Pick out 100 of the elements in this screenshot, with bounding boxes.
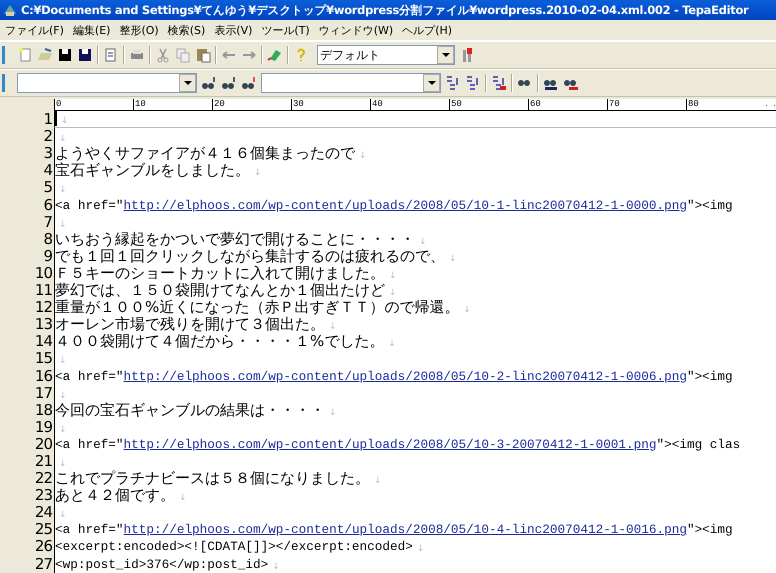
text-line: あと４２個です。 xyxy=(55,487,175,504)
line-end-mark: ↓ xyxy=(58,355,67,368)
ruler-label: 40 xyxy=(370,99,449,110)
line-number: 19 xyxy=(34,418,53,436)
text-line: ４００袋開けて４個だから・・・・１%でした。 xyxy=(55,333,384,350)
text-line: Ｆ５キーのショートカットに入れて開けました。 xyxy=(55,264,385,282)
line-number: 8 xyxy=(42,230,53,248)
line-end-mark: ↓ xyxy=(271,560,280,573)
line-end-mark: ↓ xyxy=(58,458,67,470)
text-line: 夢幻では、１５０袋開けてなんとか１個出たけど xyxy=(55,282,385,300)
code-text: "><img clas xyxy=(656,436,740,453)
line-end-mark: ↓ xyxy=(448,252,457,265)
menu-item[interactable]: ファイル(F) xyxy=(2,22,70,38)
line-number: 9 xyxy=(42,248,53,265)
line-number: 11 xyxy=(34,282,53,300)
save-icon[interactable] xyxy=(57,47,73,63)
line-number: 1 xyxy=(42,111,53,128)
menu-item[interactable]: ツール(T) xyxy=(258,22,316,38)
line-number: 5 xyxy=(42,179,53,196)
line-number: 3 xyxy=(42,145,53,162)
url-link[interactable]: http://elphoos.com/wp-content/uploads/2008/05/10-3-20070412-1-0001.png xyxy=(124,436,656,453)
line-number: 10 xyxy=(34,264,53,282)
line-number: 18 xyxy=(34,402,53,419)
new-file-icon[interactable] xyxy=(17,47,33,63)
line-number: 7 xyxy=(42,214,53,231)
dropdown-arrow-icon xyxy=(184,81,192,85)
text-line: 宝石ギャンブルをしました。 xyxy=(55,162,250,180)
line-end-mark: ↓ xyxy=(388,270,397,282)
line-number: 25 xyxy=(34,521,53,538)
ruler-label: 60 xyxy=(528,99,607,110)
text-line: ようやくサファイアが４１６個集まったので xyxy=(55,145,355,162)
dropdown-arrow-icon xyxy=(442,53,450,57)
line-number: 22 xyxy=(34,470,53,488)
style-combo[interactable]: デフォルト xyxy=(317,45,455,65)
line-number: 13 xyxy=(34,316,53,334)
find-previous-icon[interactable] xyxy=(221,75,237,91)
line-number: 12 xyxy=(34,299,53,316)
dropdown-arrow-icon xyxy=(428,81,436,85)
text-line: 重量が１００%近くになった（赤Ｐ出すぎＴＴ）ので帰還。 xyxy=(55,299,460,316)
menu-item[interactable]: ウィンドウ(W) xyxy=(316,22,400,38)
line-number: 27 xyxy=(34,556,53,573)
line-end-mark: ↓ xyxy=(58,133,67,146)
line-number: 14 xyxy=(34,333,54,350)
line-end-mark: ↓ xyxy=(418,236,427,248)
line-end-mark: ↓ xyxy=(358,150,367,162)
sort-down-icon[interactable] xyxy=(445,75,461,91)
text-line: いちおう縁起をかついで夢幻で開けることに・・・・ xyxy=(55,230,415,248)
text-line: 今回の宝石ギャンブルの結果は・・・・ xyxy=(55,402,325,419)
line-end-mark: ↓ xyxy=(58,390,67,402)
line-end-mark: ↓ xyxy=(328,406,337,419)
url-link[interactable]: http://elphoos.com/wp-content/uploads/2008/05/10-2-linc20070412-1-0006.png xyxy=(124,368,687,384)
code-text: <a href=" xyxy=(55,521,124,538)
text-line: でも１回１回クリックしながら集計するのは疲れるので、 xyxy=(55,248,445,265)
menu-item[interactable]: ヘルプ(H) xyxy=(399,22,458,38)
code-line: <wp:post_id>376</wp:post_id> xyxy=(55,556,268,573)
menu-item[interactable]: 編集(E) xyxy=(70,22,116,38)
line-number: 6 xyxy=(42,196,53,214)
line-end-mark: ↓ xyxy=(58,218,67,231)
line-end-mark: ↓ xyxy=(328,321,337,334)
line-number: 23 xyxy=(34,487,53,504)
code-line: <excerpt:encoded><![CDATA[]]></excerpt:encoded> xyxy=(55,538,413,556)
sort-all-icon[interactable] xyxy=(491,75,507,91)
save-as-icon[interactable] xyxy=(77,47,93,63)
line-end-mark: ↓ xyxy=(416,543,424,556)
code-text: <a href=" xyxy=(55,196,124,214)
text-line: オーレン市場で残りを開けて３個出た。 xyxy=(55,316,325,334)
url-link[interactable]: http://elphoos.com/wp-content/uploads/2008/05/10-4-linc20070412-1-0016.png xyxy=(124,521,687,538)
code-text: <a href=" xyxy=(55,368,124,384)
paste-icon[interactable] xyxy=(195,47,211,63)
line-number: 21 xyxy=(34,452,53,470)
line-end-mark: ↓ xyxy=(58,509,67,522)
line-end-mark: ↓ xyxy=(253,167,262,180)
line-number: 2 xyxy=(42,128,53,146)
line-number: 15 xyxy=(34,350,53,368)
line-end-mark: ↓ xyxy=(60,115,69,128)
line-end-mark: ↓ xyxy=(373,475,382,488)
open-folder-icon[interactable] xyxy=(37,47,53,63)
line-number: 16 xyxy=(34,368,53,384)
code-text: "><img xyxy=(686,196,733,214)
code-text: "><img xyxy=(686,521,733,538)
find-mark-icon[interactable] xyxy=(241,75,257,91)
code-text: <a href=" xyxy=(55,436,124,453)
find-next-icon[interactable] xyxy=(201,75,217,91)
line-number: 4 xyxy=(42,162,54,180)
line-end-mark: ↓ xyxy=(58,184,67,196)
line-end-mark: ↓ xyxy=(58,424,67,436)
line-end-mark: ↓ xyxy=(387,338,396,350)
menu-item[interactable]: 表示(V) xyxy=(211,22,258,38)
menu-item[interactable]: 整形(O) xyxy=(116,22,165,38)
code-text: "><img xyxy=(686,368,733,384)
line-end-mark: ↓ xyxy=(388,287,397,300)
line-number: 17 xyxy=(34,384,53,402)
menu-item[interactable]: 検索(S) xyxy=(164,22,212,38)
line-end-mark: ↓ xyxy=(462,304,471,316)
line-end-mark: ↓ xyxy=(178,492,187,504)
url-link[interactable]: http://elphoos.com/wp-content/uploads/2008/05/10-1-linc20070412-1-0000.png xyxy=(124,196,687,214)
sort-up-icon[interactable] xyxy=(465,75,481,91)
line-number: 26 xyxy=(34,538,53,556)
text-line: これでプラチナビースは５８個になりました。 xyxy=(55,470,370,488)
window-title: C:¥Documents and Settings¥てんゆう¥デスクトップ¥wordpress分割ファイル¥wordpress.2010-02-04.xml.002 - TepaEditor xyxy=(21,2,748,18)
